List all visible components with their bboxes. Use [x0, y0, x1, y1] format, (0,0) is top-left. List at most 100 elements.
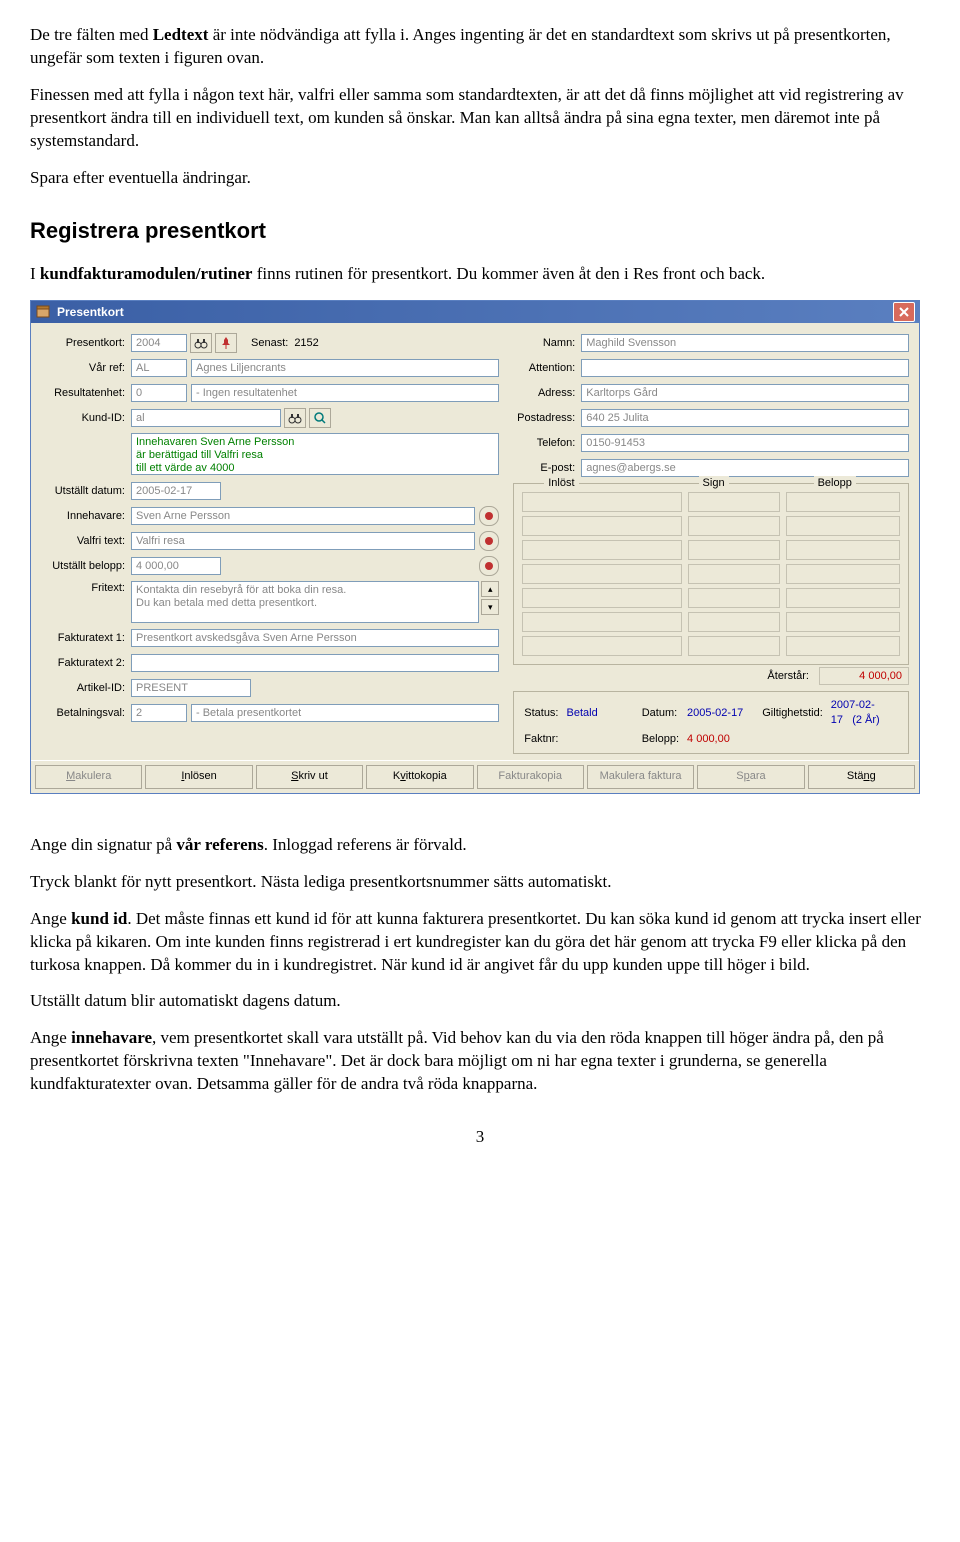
attention-input[interactable]	[581, 359, 909, 377]
label-aterstar: Återstår:	[767, 669, 809, 684]
kundid-input[interactable]: al	[131, 409, 281, 427]
red-dot-button-2[interactable]	[479, 531, 499, 551]
varref-sign-input[interactable]: AL	[131, 359, 187, 377]
belopp-value: 4 000,00	[687, 732, 754, 747]
label-betalningsval: Betalningsval:	[41, 706, 131, 721]
inlost-row-1-date[interactable]	[522, 492, 681, 512]
close-button[interactable]	[893, 302, 915, 322]
spara-button[interactable]: Spara	[697, 765, 804, 789]
inlost-row-4-belopp[interactable]	[786, 564, 900, 584]
adress-input[interactable]: Karltorps Gård	[581, 384, 909, 402]
inlost-row-2-belopp[interactable]	[786, 516, 900, 536]
magnify-icon[interactable]	[309, 408, 331, 428]
inlost-row-5-date[interactable]	[522, 588, 681, 608]
inlost-row-7-date[interactable]	[522, 636, 681, 656]
para-4: I kundfakturamodulen/rutiner finns rutin…	[30, 263, 930, 286]
label-varref: Vår ref:	[41, 361, 131, 376]
resultatenhet-text: - Ingen resultatenhet	[191, 384, 499, 402]
label-fakturatext1: Fakturatext 1:	[41, 631, 131, 646]
valfritext-input[interactable]: Valfri resa	[131, 532, 475, 550]
aterstar-value: 4 000,00	[819, 667, 909, 685]
label-valfritext: Valfri text:	[41, 534, 131, 549]
status-box: Status: Betald Datum: 2005-02-17 Giltigh…	[513, 691, 909, 754]
label-namn: Namn:	[513, 336, 581, 351]
label-resultatenhet: Resultatenhet:	[41, 386, 131, 401]
utstallt-input[interactable]: 2005-02-17	[131, 482, 221, 500]
inlost-row-6-date[interactable]	[522, 612, 681, 632]
namn-input[interactable]: Maghild Svensson	[581, 334, 909, 352]
kvittokopia-button[interactable]: Kvittokopia	[366, 765, 473, 789]
label-faktnr: Faktnr:	[524, 732, 558, 747]
label-belopp: Belopp:	[642, 732, 679, 747]
fakturatext1-input[interactable]: Presentkort avskedsgåva Sven Arne Persso…	[131, 629, 499, 647]
inlost-group: Inlöst Sign Belopp	[513, 483, 909, 665]
scroll-down-icon[interactable]: ▾	[481, 599, 499, 615]
inlost-row-6-belopp[interactable]	[786, 612, 900, 632]
datum-value: 2005-02-17	[687, 706, 754, 721]
fakturakopia-button[interactable]: Fakturakopia	[477, 765, 584, 789]
makulera-button[interactable]: Makulera	[35, 765, 142, 789]
scroll-up-icon[interactable]: ▴	[481, 581, 499, 597]
inlost-row-3-date[interactable]	[522, 540, 681, 560]
inlost-row-1-sign[interactable]	[688, 492, 780, 512]
inlost-row-2-date[interactable]	[522, 516, 681, 536]
innehavare-input[interactable]: Sven Arne Persson	[131, 507, 475, 525]
label-senast: Senast:	[251, 336, 288, 351]
col-belopp: Belopp	[814, 476, 856, 491]
inlost-row-4-sign[interactable]	[688, 564, 780, 584]
label-attention: Attention:	[513, 361, 581, 376]
inlost-row-7-belopp[interactable]	[786, 636, 900, 656]
para-3: Spara efter eventuella ändringar.	[30, 167, 930, 190]
label-artikelid: Artikel-ID:	[41, 681, 131, 696]
presentkort-dialog: Presentkort Presentkort: 2004 Senast:	[30, 300, 920, 794]
titlebar[interactable]: Presentkort	[31, 301, 919, 323]
binoculars-icon-2[interactable]	[284, 408, 306, 428]
utstalltbelopp-input[interactable]: 4 000,00	[131, 557, 221, 575]
artikelid-input[interactable]: PRESENT	[131, 679, 251, 697]
col-sign: Sign	[699, 476, 729, 491]
window-title: Presentkort	[57, 304, 893, 320]
stang-button[interactable]: Stäng	[808, 765, 915, 789]
pin-icon[interactable]	[215, 333, 237, 353]
fritext-input[interactable]: Kontakta din resebyrå för att boka din r…	[131, 581, 479, 623]
inlost-row-5-belopp[interactable]	[786, 588, 900, 608]
makulerafaktura-button[interactable]: Makulera faktura	[587, 765, 694, 789]
label-utstalltbelopp: Utställt belopp:	[41, 559, 131, 574]
inlost-row-7-sign[interactable]	[688, 636, 780, 656]
inlost-row-4-date[interactable]	[522, 564, 681, 584]
telefon-input[interactable]: 0150-91453	[581, 434, 909, 452]
inlost-row-3-sign[interactable]	[688, 540, 780, 560]
senast-value: 2152	[294, 336, 318, 351]
label-fakturatext2: Fakturatext 2:	[41, 656, 131, 671]
label-utstallt: Utställt datum:	[41, 484, 131, 499]
betalningsval-input[interactable]: 2	[131, 704, 187, 722]
para-2: Finessen med att fylla i någon text här,…	[30, 84, 930, 153]
page-number: 3	[30, 1126, 930, 1149]
app-icon	[35, 304, 51, 320]
skrivut-button[interactable]: Skriv ut	[256, 765, 363, 789]
varref-name-input[interactable]: Agnes Liljencrants	[191, 359, 499, 377]
binoculars-icon[interactable]	[190, 333, 212, 353]
memo-text: Innehavaren Sven Arne Persson är berätti…	[131, 433, 499, 475]
heading-registrera: Registrera presentkort	[30, 216, 930, 246]
label-postadress: Postadress:	[513, 411, 581, 426]
postadress-input[interactable]: 640 25 Julita	[581, 409, 909, 427]
label-datum: Datum:	[642, 706, 679, 721]
red-dot-button-3[interactable]	[479, 556, 499, 576]
status-value: Betald	[567, 706, 634, 721]
label-telefon: Telefon:	[513, 436, 581, 451]
fakturatext2-input[interactable]	[131, 654, 499, 672]
label-fritext: Fritext:	[41, 581, 131, 596]
inlosen-button[interactable]: Inlösen	[145, 765, 252, 789]
inlost-row-3-belopp[interactable]	[786, 540, 900, 560]
inlost-row-2-sign[interactable]	[688, 516, 780, 536]
inlost-row-1-belopp[interactable]	[786, 492, 900, 512]
presentkort-input[interactable]: 2004	[131, 334, 187, 352]
epost-input[interactable]: agnes@abergs.se	[581, 459, 909, 477]
resultatenhet-input[interactable]: 0	[131, 384, 187, 402]
para-1: De tre fälten med Ledtext är inte nödvän…	[30, 24, 930, 70]
inlost-row-5-sign[interactable]	[688, 588, 780, 608]
inlost-row-6-sign[interactable]	[688, 612, 780, 632]
red-dot-button-1[interactable]	[479, 506, 499, 526]
para-7: Ange kund id. Det måste finnas ett kund …	[30, 908, 930, 977]
